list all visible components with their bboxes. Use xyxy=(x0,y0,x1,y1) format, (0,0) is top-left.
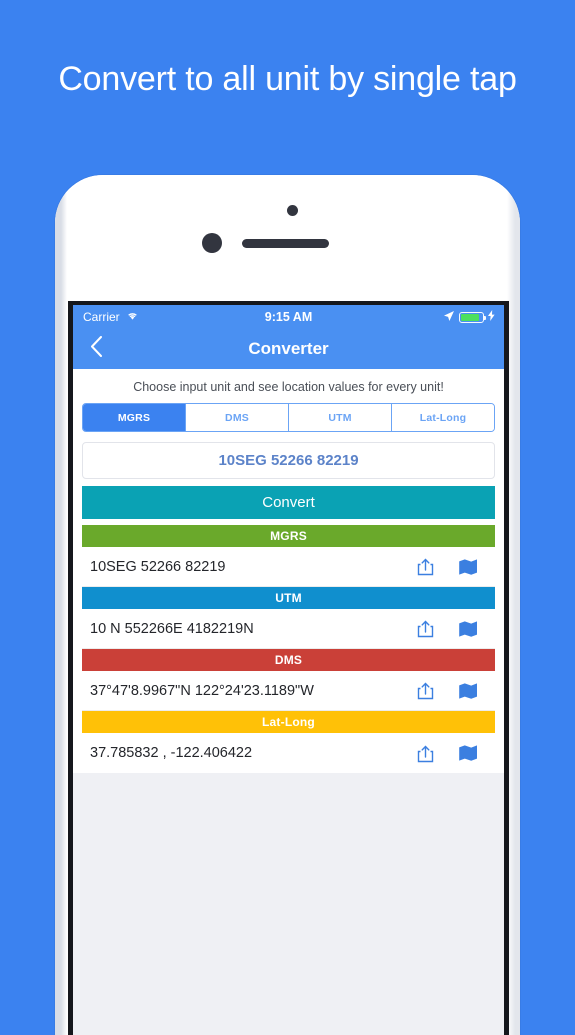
share-icon[interactable] xyxy=(416,557,435,576)
result-row-dms: 37°47'8.9967"N 122°24'23.1189"W xyxy=(82,671,495,711)
tab-mgrs[interactable]: MGRS xyxy=(83,404,186,431)
lightning-bolt-icon xyxy=(488,310,495,324)
phone-mockup: Carrier 9:15 AM Converter Choose input u… xyxy=(55,175,520,1035)
instruction-text: Choose input unit and see location value… xyxy=(133,380,444,394)
section-header-dms: DMS xyxy=(82,649,495,671)
earpiece-speaker xyxy=(242,239,329,248)
wifi-icon xyxy=(126,310,139,324)
result-actions-dms xyxy=(416,681,479,700)
result-value-lat-long: 37.785832 , -122.406422 xyxy=(90,745,253,761)
share-icon[interactable] xyxy=(416,681,435,700)
main-content: Choose input unit and see location value… xyxy=(73,369,504,893)
result-value-utm: 10 N 552266E 4182219N xyxy=(90,620,254,637)
section-header-lat-long: Lat-Long xyxy=(82,711,495,733)
map-icon[interactable] xyxy=(458,558,479,576)
page-title: Converter xyxy=(248,339,329,358)
status-bar-right xyxy=(443,310,495,325)
tab-lat-long[interactable]: Lat-Long xyxy=(392,404,494,431)
screen-bezel: Carrier 9:15 AM Converter Choose input u… xyxy=(68,301,509,1035)
tab-utm[interactable]: UTM xyxy=(289,404,392,431)
coordinate-input[interactable]: 10SEG 52266 82219 xyxy=(82,442,495,479)
chevron-left-icon xyxy=(90,336,103,362)
status-bar-left: Carrier xyxy=(83,310,139,324)
unit-segmented-control: MGRS DMS UTM Lat-Long xyxy=(82,403,495,432)
back-button[interactable] xyxy=(85,336,107,362)
result-actions-lat-long xyxy=(416,744,479,763)
convert-button[interactable]: Convert xyxy=(82,486,495,519)
result-row-mgrs: 10SEG 52266 82219 xyxy=(82,547,495,587)
carrier-label: Carrier xyxy=(83,310,120,324)
app-screen: Carrier 9:15 AM Converter Choose input u… xyxy=(73,305,504,1035)
map-icon[interactable] xyxy=(458,620,479,638)
front-camera-icon xyxy=(202,233,222,253)
battery-icon xyxy=(459,311,486,323)
tab-dms[interactable]: DMS xyxy=(186,404,289,431)
share-icon[interactable] xyxy=(416,744,435,763)
sensor-dot-icon xyxy=(287,205,298,216)
result-actions-utm xyxy=(416,619,479,638)
result-row-utm: 10 N 552266E 4182219N xyxy=(82,609,495,649)
result-actions-mgrs xyxy=(416,557,479,576)
map-icon[interactable] xyxy=(458,744,479,762)
section-header-utm: UTM xyxy=(82,587,495,609)
location-arrow-icon xyxy=(443,310,455,325)
result-row-lat-long: 37.785832 , -122.406422 xyxy=(82,733,495,773)
share-icon[interactable] xyxy=(416,619,435,638)
result-value-mgrs: 10SEG 52266 82219 xyxy=(90,558,226,575)
status-bar: Carrier 9:15 AM xyxy=(73,305,504,329)
nav-bar: Converter xyxy=(73,329,504,369)
empty-area xyxy=(73,773,504,893)
section-header-mgrs: MGRS xyxy=(82,525,495,547)
result-value-dms: 37°47'8.9967"N 122°24'23.1189"W xyxy=(90,682,314,699)
promo-headline: Convert to all unit by single tap xyxy=(58,60,517,98)
map-icon[interactable] xyxy=(458,682,479,700)
